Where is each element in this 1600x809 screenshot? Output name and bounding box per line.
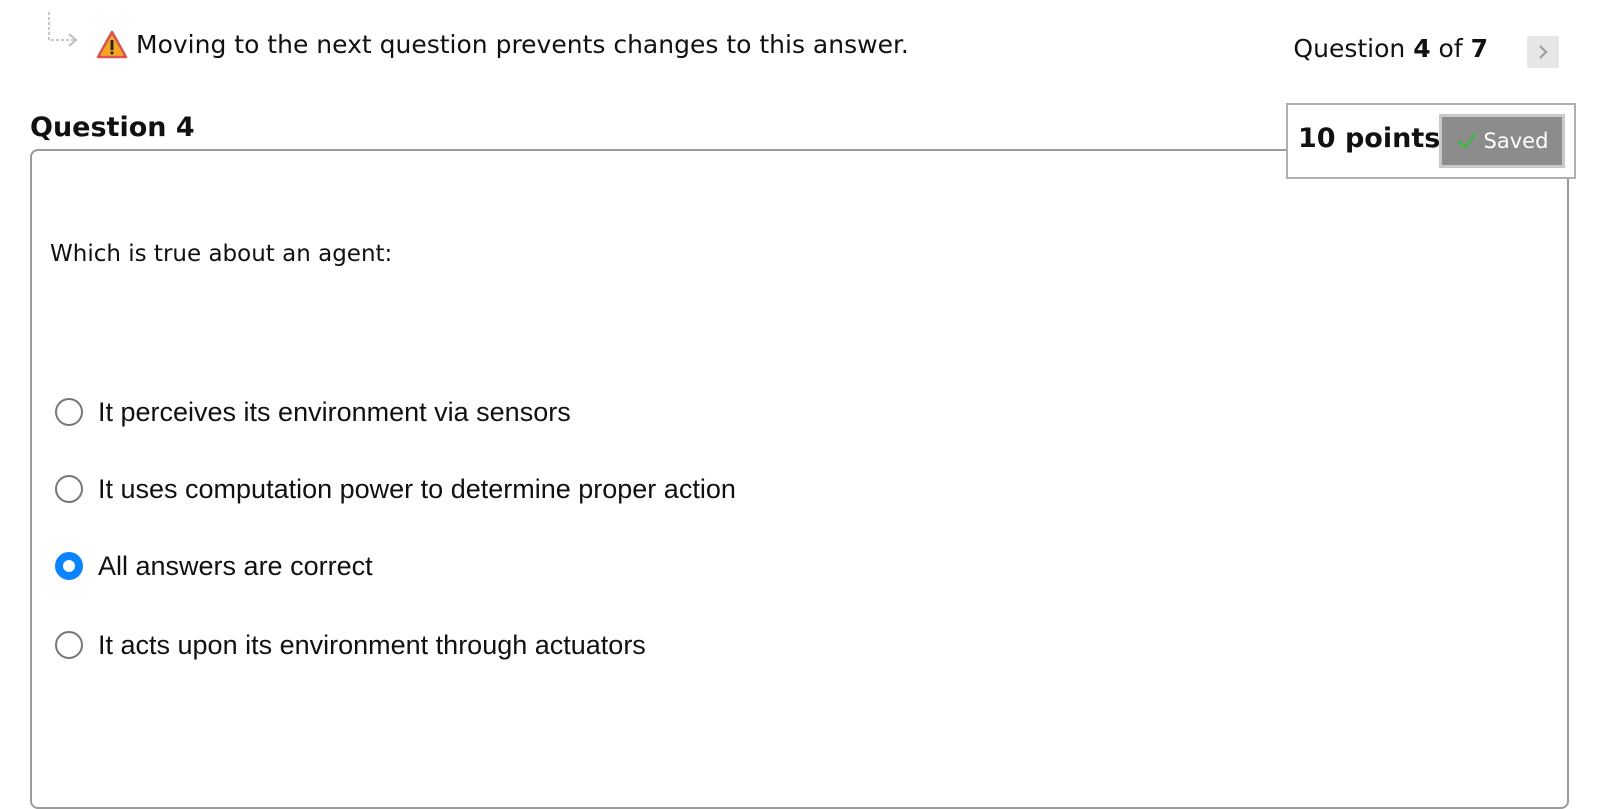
counter-prefix: Question [1293, 34, 1414, 63]
next-question-button[interactable] [1527, 36, 1559, 68]
saved-label: Saved [1483, 129, 1549, 153]
warning-triangle-icon [96, 30, 128, 59]
counter-current: 4 [1413, 34, 1431, 63]
radio-button[interactable] [55, 631, 83, 659]
question-title: Question 4 [30, 112, 195, 143]
radio-button-selected[interactable] [55, 552, 83, 580]
answer-option-label: It acts upon its environment through act… [98, 630, 646, 660]
question-counter: Question 4 of 7 [1293, 32, 1488, 66]
return-arrow-icon [48, 12, 78, 47]
saved-status-badge: Saved [1439, 114, 1565, 168]
answer-option-label: It uses computation power to determine p… [98, 474, 736, 504]
chevron-right-icon [1539, 45, 1548, 59]
answer-option-label: It perceives its environment via sensors [98, 397, 571, 427]
warning-message: Moving to the next question prevents cha… [136, 30, 909, 59]
radio-button[interactable] [55, 475, 83, 503]
answer-option-1[interactable]: It perceives its environment via sensors [55, 394, 571, 430]
answer-option-4[interactable]: It acts upon its environment through act… [55, 627, 646, 663]
answer-option-2[interactable]: It uses computation power to determine p… [55, 471, 736, 507]
counter-total: 7 [1470, 34, 1488, 63]
question-prompt: Which is true about an agent: [50, 241, 393, 267]
points-value: 10 points [1298, 123, 1441, 154]
points-panel: 10 points Saved [1286, 103, 1576, 179]
counter-middle: of [1430, 34, 1471, 63]
answer-option-label: All answers are correct [98, 551, 373, 581]
radio-button[interactable] [55, 398, 83, 426]
answer-option-3[interactable]: All answers are correct [55, 548, 373, 584]
checkmark-icon [1456, 133, 1477, 150]
